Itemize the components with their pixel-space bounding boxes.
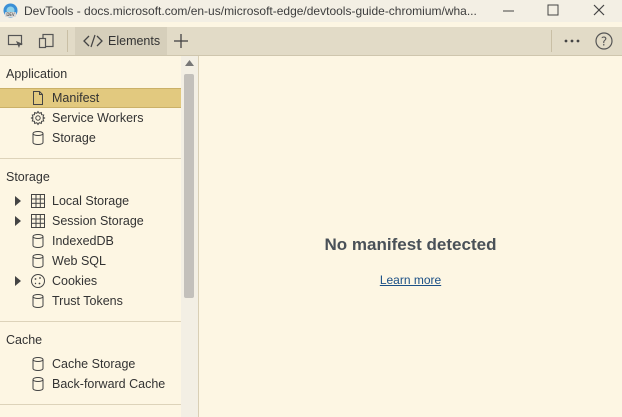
sidebar-item-label: Web SQL [52,254,106,268]
learn-more-link[interactable]: Learn more [199,273,622,287]
expand-arrow-icon[interactable] [14,216,22,226]
expand-arrow-icon[interactable] [14,276,22,286]
sidebar-item-web-sql[interactable]: Web SQL [0,251,181,271]
database-icon [32,357,44,371]
tab-elements[interactable]: Elements [75,27,167,55]
sidebar-item-label: Local Storage [52,194,130,208]
more-options-icon[interactable] [563,32,581,50]
sidebar-item-service-workers[interactable]: Service Workers [0,108,181,128]
sidebar-item-trust-tokens[interactable]: Trust Tokens [0,291,181,311]
svg-text:?: ? [601,35,607,49]
manifest-pane: No manifest detected Learn more [199,56,622,417]
maximize-icon[interactable] [544,2,562,20]
sidebar-item-label: Cache Storage [52,357,136,371]
database-icon [32,234,44,248]
sidebar-item-cache-storage[interactable]: Cache Storage [0,354,181,374]
sidebar-item-label: Service Workers [52,111,144,125]
sidebar-item-label: Manifest [52,91,100,105]
sidebar-item-label: Cookies [52,274,98,288]
scrollbar-thumb[interactable] [184,74,194,298]
sidebar-item-label: Session Storage [52,214,144,228]
sidebar-scrollbar[interactable] [181,56,199,417]
sidebar-item-label: Back-forward Cache [52,377,166,391]
add-tab-icon[interactable] [172,32,190,50]
inspect-element-icon[interactable] [7,32,25,50]
gear-icon [30,110,46,126]
code-icon [83,34,103,48]
sidebar-item-storage[interactable]: Storage [0,128,181,148]
title-bar: DEV DevTools - docs.microsoft.com/en-us/… [0,0,622,22]
sidebar-item-indexeddb[interactable]: IndexedDB [0,231,181,251]
scroll-up-arrow-icon[interactable] [185,60,194,66]
window-title: DevTools - docs.microsoft.com/en-us/micr… [24,4,477,18]
section-title-storage: Storage [6,170,50,184]
sidebar-item-label: Storage [52,131,96,145]
sidebar-item-session-storage[interactable]: Session Storage [0,211,181,231]
sidebar-item-local-storage[interactable]: Local Storage [0,191,181,211]
sidebar-item-label: IndexedDB [52,234,114,248]
grid-icon [31,194,45,208]
database-icon [32,131,44,145]
cookie-icon [31,274,45,288]
device-emulation-icon[interactable] [38,32,56,50]
database-icon [32,294,44,308]
help-icon[interactable]: ? [594,31,613,50]
database-icon [32,254,44,268]
section-title-cache: Cache [6,333,43,347]
expand-arrow-icon[interactable] [14,196,22,206]
document-icon [33,91,43,105]
section-title-application: Application [6,67,68,81]
devtools-toolbar: Elements ? [0,27,622,56]
grid-icon [31,214,45,228]
database-icon [32,377,44,391]
sidebar-item-label: Trust Tokens [52,294,123,308]
svg-text:DEV: DEV [6,12,15,17]
sidebar-item-cookies[interactable]: Cookies [0,271,181,291]
tab-elements-label: Elements [108,34,161,48]
sidebar-item-back-forward-cache[interactable]: Back-forward Cache [0,374,181,394]
edge-dev-icon: DEV [3,3,18,18]
close-icon[interactable] [590,2,608,20]
application-sidebar: Application Manifest Service Workers Sto… [0,56,181,417]
minimize-icon[interactable] [500,2,518,20]
empty-state-message: No manifest detected [324,235,497,254]
sidebar-item-manifest[interactable]: Manifest [0,88,181,108]
